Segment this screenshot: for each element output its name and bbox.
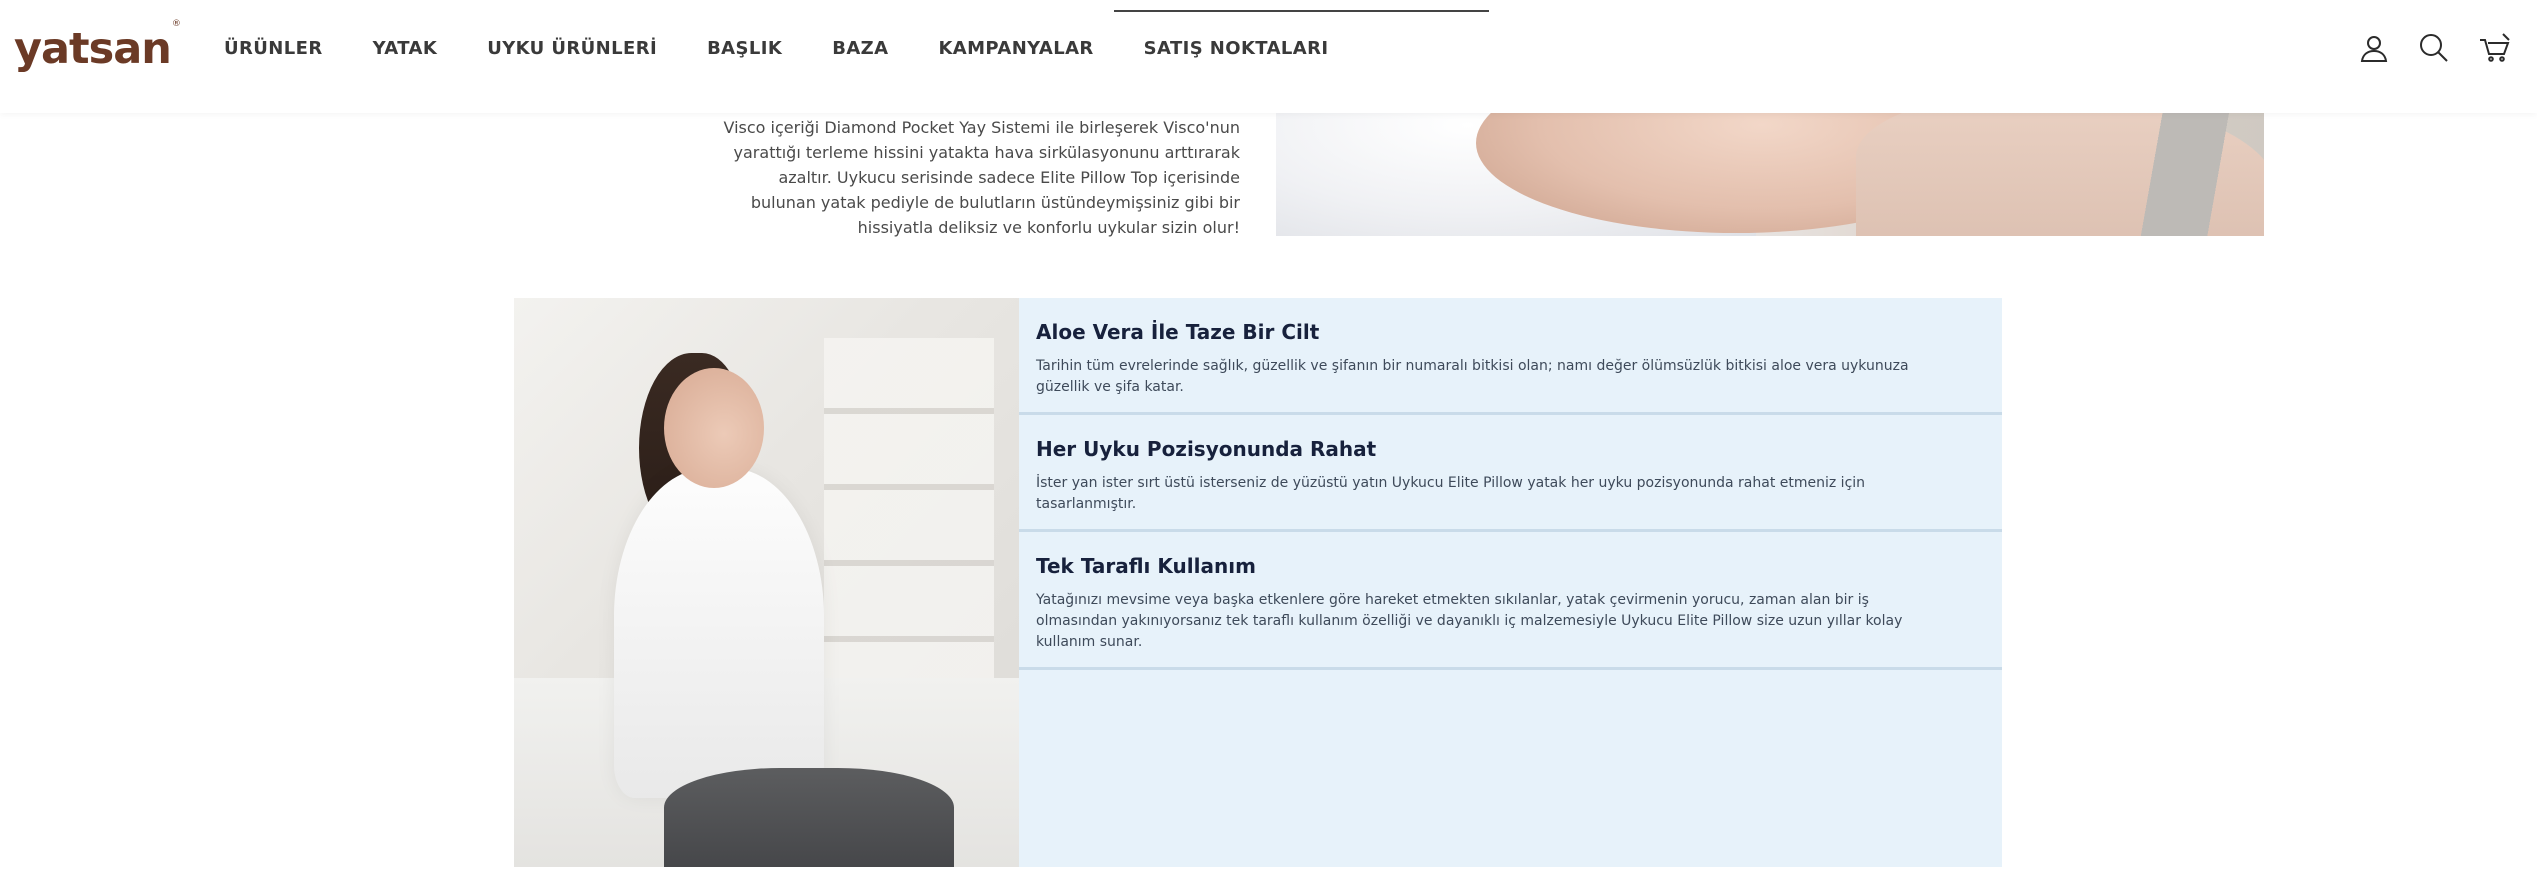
intro-line: hissiyatla deliksiz ve konforlu uykular … bbox=[857, 218, 1240, 237]
logo-text: yatsan bbox=[14, 24, 172, 74]
feature-line: İster yan ister sırt üstü isterseniz de … bbox=[1036, 475, 1866, 491]
sleeping-woman-image bbox=[1276, 113, 2264, 236]
intro-line: yarattığı terleme hissini yatakta hava s… bbox=[733, 143, 1240, 162]
intro-paragraph: Visco içeriği Diamond Pocket Yay Sistemi… bbox=[670, 115, 1240, 240]
feature-line: tasarlanmıştır. bbox=[1036, 496, 1137, 512]
nav-item-urunler[interactable]: ÜRÜNLER bbox=[224, 38, 323, 59]
search-icon[interactable] bbox=[2418, 32, 2450, 64]
intro-line: bulunan yatak pediyle de bulutların üstü… bbox=[750, 193, 1240, 212]
legs-shape bbox=[664, 768, 954, 867]
feature-item-aloe-vera: Aloe Vera İle Taze Bir Cilt Tarihin tüm … bbox=[1019, 298, 2002, 415]
feature-line: Tarihin tüm evrelerinde sağlık, güzellik… bbox=[1036, 358, 1909, 374]
main-navigation: ÜRÜNLER YATAK UYKU ÜRÜNLERİ BAŞLIK BAZA … bbox=[224, 38, 1378, 59]
shelf-shape bbox=[824, 338, 994, 718]
shirt-shape bbox=[614, 468, 824, 798]
feature-line: güzellik ve şifa katar. bbox=[1036, 379, 1184, 395]
nav-item-kampanyalar[interactable]: KAMPANYALAR bbox=[938, 38, 1093, 59]
nav-item-satis-noktalari[interactable]: SATIŞ NOKTALARI bbox=[1144, 38, 1329, 59]
nav-item-baza[interactable]: BAZA bbox=[832, 38, 888, 59]
header-actions bbox=[2358, 32, 2510, 64]
cart-icon[interactable] bbox=[2478, 32, 2510, 64]
feature-item-sleep-position: Her Uyku Pozisyonunda Rahat İster yan is… bbox=[1019, 415, 2002, 532]
site-header: yatsan® ÜRÜNLER YATAK UYKU ÜRÜNLERİ BAŞL… bbox=[0, 0, 2537, 113]
feature-list: Aloe Vera İle Taze Bir Cilt Tarihin tüm … bbox=[1019, 298, 2002, 867]
strap-shape bbox=[2096, 113, 2264, 236]
active-menu-indicator bbox=[1114, 10, 1489, 12]
woman-drinking-water-image bbox=[514, 298, 1019, 867]
nav-item-yatak[interactable]: YATAK bbox=[373, 38, 438, 59]
feature-line: Yatağınızı mevsime veya başka etkenlere … bbox=[1036, 592, 1869, 608]
feature-section: Aloe Vera İle Taze Bir Cilt Tarihin tüm … bbox=[514, 298, 2002, 867]
feature-title: Her Uyku Pozisyonunda Rahat bbox=[1036, 437, 1377, 461]
feature-description: Yatağınızı mevsime veya başka etkenlere … bbox=[1036, 590, 1996, 653]
nav-item-baslik[interactable]: BAŞLIK bbox=[707, 38, 782, 59]
head-shape bbox=[664, 368, 764, 488]
feature-title: Tek Taraflı Kullanım bbox=[1036, 554, 1256, 578]
feature-line: olmasından yakınıyorsanız tek taraflı ku… bbox=[1036, 613, 1903, 629]
user-icon[interactable] bbox=[2358, 32, 2390, 64]
feature-item-single-sided: Tek Taraflı Kullanım Yatağınızı mevsime … bbox=[1019, 532, 2002, 670]
nav-item-uyku-urunleri[interactable]: UYKU ÜRÜNLERİ bbox=[487, 38, 657, 59]
registered-mark: ® bbox=[171, 18, 181, 29]
intro-line: Visco içeriği Diamond Pocket Yay Sistemi… bbox=[723, 118, 1240, 137]
feature-title: Aloe Vera İle Taze Bir Cilt bbox=[1036, 320, 1320, 344]
feature-description: İster yan ister sırt üstü isterseniz de … bbox=[1036, 473, 1996, 515]
feature-line: kullanım sunar. bbox=[1036, 634, 1143, 650]
intro-line: azaltır. Uykucu serisinde sadece Elite P… bbox=[778, 168, 1240, 187]
yatsan-logo[interactable]: yatsan® bbox=[14, 19, 181, 74]
feature-description: Tarihin tüm evrelerinde sağlık, güzellik… bbox=[1036, 356, 1996, 398]
